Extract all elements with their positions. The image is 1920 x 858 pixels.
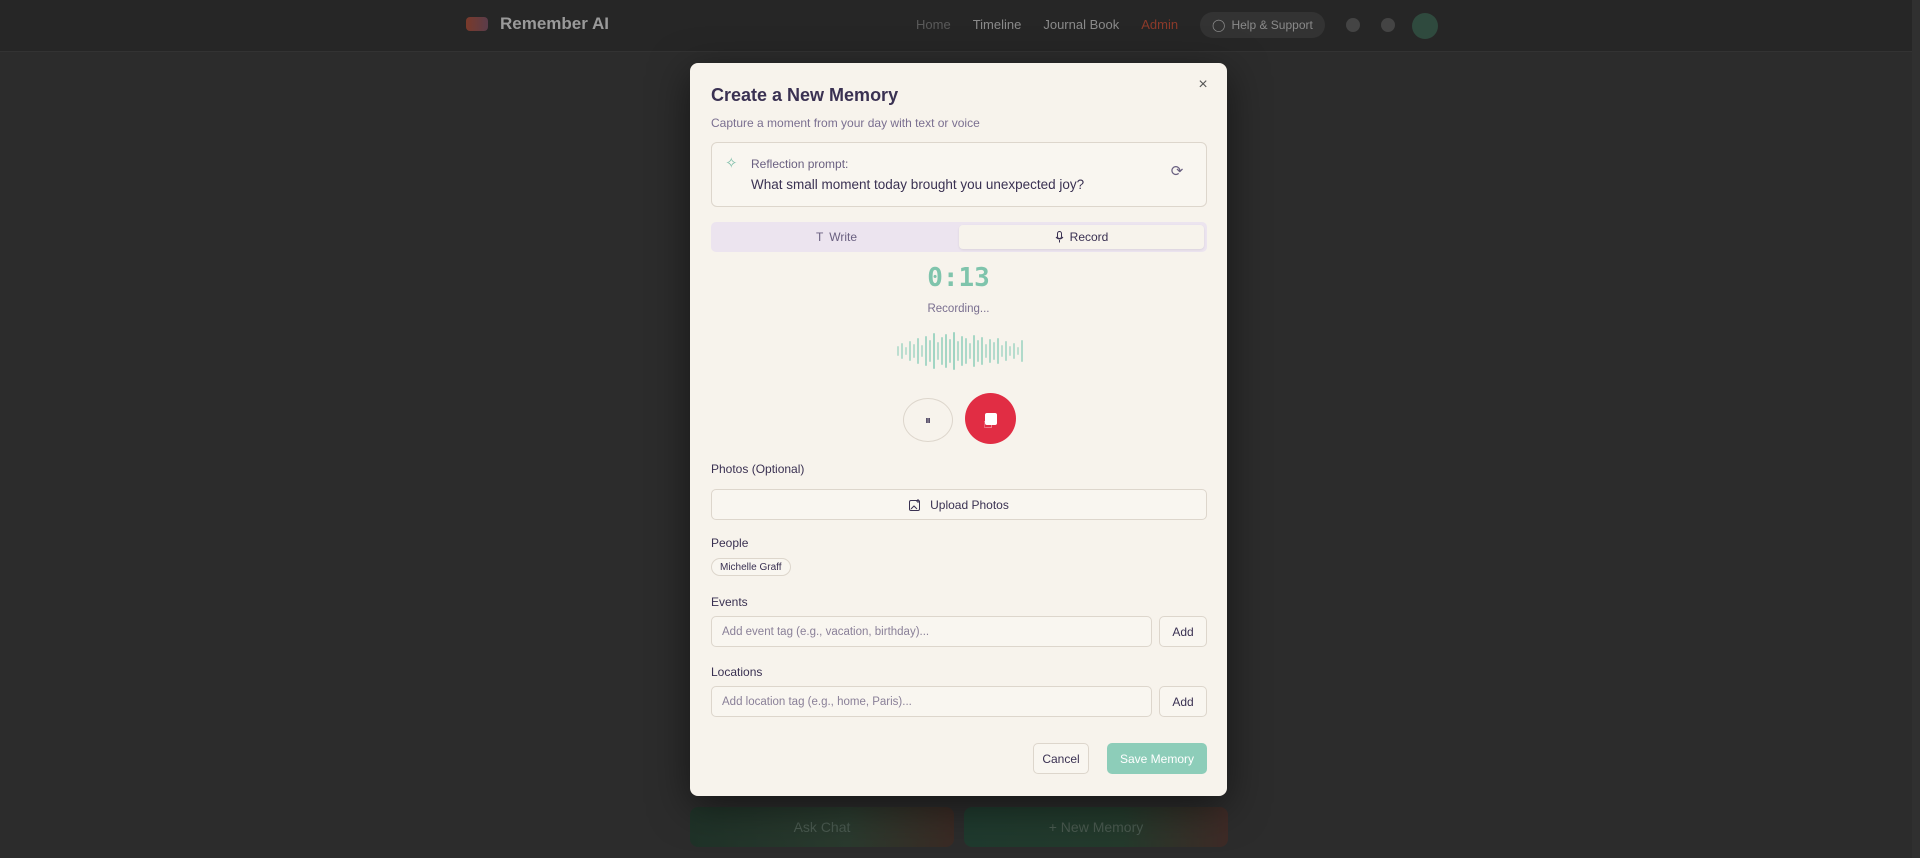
waveform-bar (913, 344, 915, 358)
event-tag-input[interactable] (711, 616, 1152, 647)
text-icon: T (815, 230, 824, 244)
upload-photos-button[interactable]: Upload Photos (711, 489, 1207, 520)
waveform-bar (917, 338, 919, 364)
mic-icon (1055, 231, 1064, 243)
theme-toggle-icon[interactable] (1346, 18, 1360, 32)
nav-admin[interactable]: Admin (1141, 17, 1178, 32)
new-memory-button[interactable]: + New Memory (964, 807, 1228, 847)
pause-icon: ⏸ (924, 412, 931, 427)
waveform-bar (1001, 345, 1003, 357)
waveform-bar (949, 339, 951, 363)
tab-record-label: Record (1069, 230, 1109, 244)
waveform-bar (1013, 343, 1015, 359)
waveform-bar (1017, 347, 1019, 355)
add-event-button[interactable]: Add (1159, 616, 1207, 647)
tab-record[interactable]: Record (959, 225, 1204, 249)
new-memory-label: + New Memory (1048, 819, 1144, 835)
waveform-bar (929, 340, 931, 362)
nav-journal-book[interactable]: Journal Book (1043, 17, 1119, 32)
prompt-label: Reflection prompt: (751, 157, 849, 171)
brand[interactable]: Remember AI (466, 14, 609, 34)
upload-photos-label: Upload Photos (930, 497, 1009, 512)
refresh-icon[interactable]: ⟳ (1168, 163, 1186, 181)
chat-bubble-icon: ◯ (1212, 18, 1226, 32)
image-plus-icon (909, 498, 921, 511)
waveform-bar (933, 333, 935, 369)
waveform-bar (973, 335, 975, 367)
brand-name: Remember AI (500, 14, 609, 33)
pause-button[interactable]: ⏸ (903, 398, 953, 442)
tab-write[interactable]: T Write (714, 225, 959, 249)
waveform-bar (969, 343, 971, 359)
logout-icon[interactable] (1381, 18, 1395, 32)
dialog-subtitle: Capture a moment from your day with text… (711, 116, 980, 130)
dialog-title: Create a New Memory (711, 85, 899, 105)
logo-icon (466, 17, 488, 31)
ask-chat-label: Ask Chat (793, 819, 851, 835)
reflection-prompt-box: ✧ Reflection prompt: What small moment t… (711, 142, 1207, 207)
waveform-bar (941, 337, 943, 365)
waveform-bar (925, 336, 927, 366)
prompt-text: What small moment today brought you unex… (751, 177, 1085, 192)
waveform-bar (1009, 346, 1011, 356)
location-tag-input[interactable] (711, 686, 1152, 717)
add-location-button[interactable]: Add (1159, 686, 1207, 717)
person-chip[interactable]: Michelle Graff (711, 558, 791, 576)
input-mode-tabs: T Write Record (711, 222, 1207, 252)
waveform-bar (989, 339, 991, 363)
waveform-bar (977, 340, 979, 362)
people-label: People (711, 536, 749, 550)
nav-timeline[interactable]: Timeline (973, 17, 1022, 32)
waveform-bar (945, 334, 947, 368)
help-support-button[interactable]: ◯ Help & Support (1200, 12, 1325, 38)
hand-cursor-icon: ☝ (983, 415, 993, 432)
locations-label: Locations (711, 665, 763, 679)
audio-waveform (897, 331, 1023, 371)
waveform-bar (997, 338, 999, 364)
cancel-button[interactable]: Cancel (1033, 743, 1089, 774)
waveform-bar (957, 341, 959, 361)
waveform-bar (985, 344, 987, 358)
avatar[interactable] (1412, 13, 1438, 39)
waveform-bar (909, 341, 911, 361)
recording-status: Recording... (927, 303, 990, 315)
waveform-bar (1021, 340, 1023, 362)
page-scrollbar[interactable] (1912, 0, 1920, 858)
waveform-bar (921, 345, 923, 357)
events-label: Events (711, 595, 748, 609)
waveform-bar (901, 343, 903, 359)
waveform-bar (953, 332, 955, 370)
ask-chat-button[interactable]: Ask Chat (690, 807, 954, 847)
recording-timer: 0:13 (927, 263, 990, 293)
main-nav: Home Timeline Journal Book Admin (916, 17, 1178, 32)
help-support-label: Help & Support (1231, 18, 1313, 32)
sparkle-icon: ✧ (725, 155, 738, 172)
nav-home[interactable]: Home (916, 17, 951, 32)
waveform-bar (905, 347, 907, 355)
waveform-bar (1005, 341, 1007, 361)
photos-label: Photos (Optional) (711, 462, 805, 476)
waveform-bar (897, 346, 899, 356)
top-navbar: Remember AI Home Timeline Journal Book A… (0, 0, 1920, 52)
close-icon[interactable]: × (1193, 75, 1213, 95)
save-memory-button[interactable]: Save Memory (1107, 743, 1207, 774)
tab-write-label: Write (829, 230, 858, 244)
waveform-bar (981, 337, 983, 365)
waveform-bar (961, 336, 963, 366)
create-memory-dialog: × Create a New Memory Capture a moment f… (690, 63, 1227, 796)
waveform-bar (937, 342, 939, 360)
waveform-bar (993, 342, 995, 360)
waveform-bar (965, 338, 967, 364)
